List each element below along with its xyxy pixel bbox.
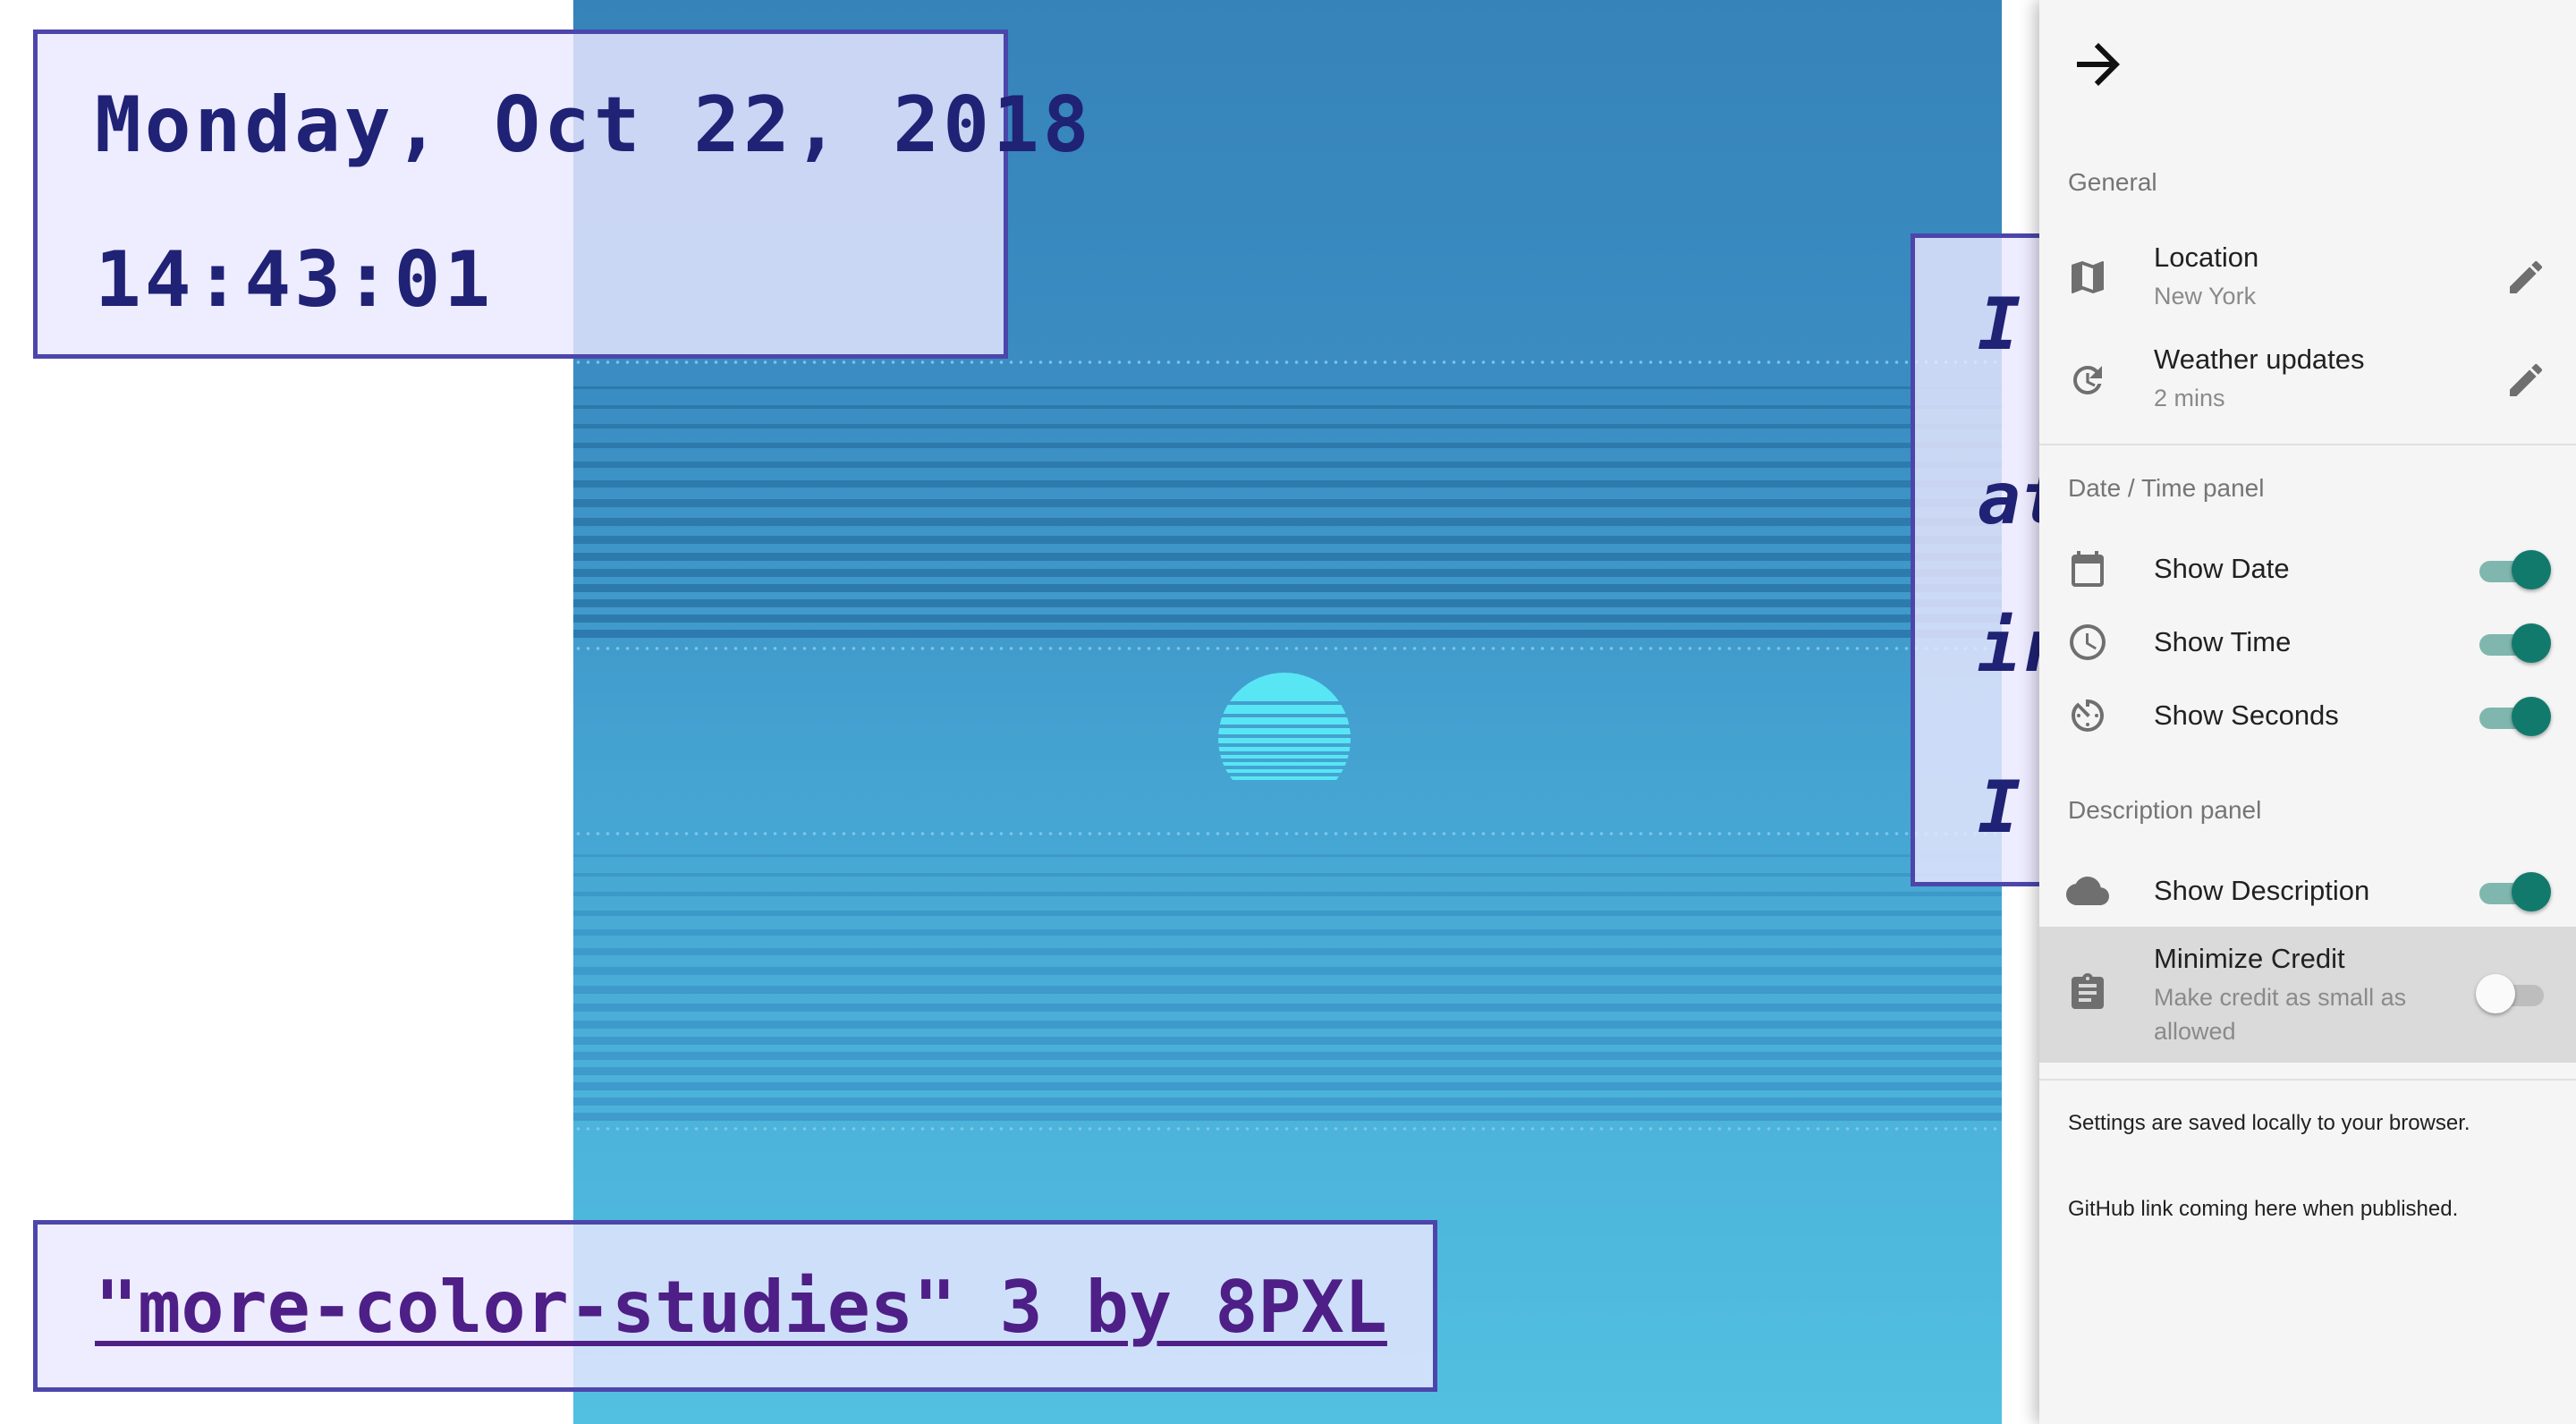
- show-description-toggle[interactable]: [2476, 869, 2551, 912]
- calendar-icon: [2072, 551, 2104, 587]
- github-note: GitHub link coming here when published.: [2068, 1197, 2459, 1221]
- horizon-stripe: [573, 986, 2002, 994]
- horizon-stripe: [573, 569, 2002, 577]
- divider: [2039, 444, 2576, 445]
- horizon-stripe: [573, 1082, 2002, 1090]
- weather-updates-value: 2 mins: [2154, 385, 2225, 411]
- dotted-line: [573, 360, 2002, 364]
- horizon-stripe: [573, 1037, 2002, 1045]
- location-value: New York: [2154, 283, 2257, 309]
- horizon-stripe: [573, 518, 2002, 526]
- minimize-credit-description: allowed: [2154, 1018, 2236, 1045]
- minimize-credit-row[interactable]: Minimize Credit Make credit as small as …: [2039, 927, 2576, 1063]
- horizon-stripe: [573, 1021, 2002, 1029]
- refresh-icon: [2072, 365, 2102, 394]
- map-icon: [2072, 261, 2104, 293]
- section-title-datetime: Date / Time panel: [2068, 474, 2265, 502]
- horizon-stripe: [573, 424, 2002, 428]
- arrow-forward-icon[interactable]: [2066, 32, 2131, 97]
- dotted-line: [573, 1127, 2002, 1131]
- horizon-stripe: [573, 553, 2002, 561]
- horizon-stripe: [573, 1098, 2002, 1106]
- description-line: I: [1978, 766, 2021, 849]
- show-date-label: Show Date: [2154, 553, 2290, 584]
- settings-drawer: General Location New York Weather update…: [2039, 0, 2576, 1424]
- horizon-stripe: [573, 929, 2002, 936]
- location-title: Location: [2154, 242, 2259, 273]
- sun-icon: [1218, 673, 1351, 780]
- horizon-stripe: [573, 536, 2002, 544]
- horizon-stripe: [573, 854, 2002, 857]
- credit-link[interactable]: "more-color-studies" 3 by 8PXL: [95, 1266, 1387, 1349]
- show-description-label: Show Description: [2154, 875, 2370, 906]
- cloud-icon: [2066, 877, 2109, 905]
- horizon-stripe: [573, 443, 2002, 448]
- description-line: I: [1978, 283, 2021, 366]
- horizon-stripe: [573, 1113, 2002, 1121]
- edit-location-icon[interactable]: [2504, 256, 2547, 299]
- minimize-credit-description: Make credit as small as: [2154, 984, 2407, 1011]
- show-date-toggle[interactable]: [2476, 547, 2551, 590]
- show-seconds-toggle[interactable]: [2476, 694, 2551, 737]
- dotted-line: [573, 647, 2002, 650]
- show-seconds-label: Show Seconds: [2154, 699, 2339, 731]
- horizon-stripe: [573, 405, 2002, 409]
- horizon-stripe: [573, 599, 2002, 607]
- horizon-stripe: [573, 630, 2002, 638]
- section-title-description: Description panel: [2068, 796, 2262, 824]
- horizon-stripe: [573, 386, 2002, 389]
- horizon-stripe: [573, 462, 2002, 468]
- time-text: 14:43:01: [95, 235, 495, 325]
- show-time-label: Show Time: [2154, 626, 2292, 657]
- horizon-stripe: [573, 615, 2002, 623]
- horizon-stripe: [573, 584, 2002, 592]
- horizon-stripe: [573, 499, 2002, 507]
- minimize-credit-toggle[interactable]: [2476, 971, 2551, 1014]
- show-time-toggle[interactable]: [2476, 621, 2551, 664]
- weather-updates-title: Weather updates: [2154, 343, 2365, 375]
- timer-icon: [2072, 699, 2104, 732]
- dotted-line: [573, 832, 2002, 835]
- clipboard-icon: [2072, 973, 2104, 1009]
- horizon-stripe: [573, 480, 2002, 487]
- horizon-stripe: [573, 1052, 2002, 1060]
- clock-icon: [2070, 624, 2106, 660]
- horizon-stripe: [573, 1067, 2002, 1075]
- divider: [2039, 1079, 2576, 1081]
- section-title-general: General: [2068, 168, 2157, 196]
- horizon-stripe: [573, 967, 2002, 975]
- edit-weather-icon[interactable]: [2504, 359, 2547, 402]
- credit-panel: "more-color-studies" 3 by 8PXL: [33, 1220, 1437, 1392]
- settings-saved-note: Settings are saved locally to your brows…: [2068, 1111, 2470, 1135]
- datetime-panel: Monday, Oct 22, 2018 14:43:01: [33, 30, 1089, 359]
- horizon-stripe: [573, 1004, 2002, 1012]
- horizon-stripe: [573, 873, 2002, 877]
- date-text: Monday, Oct 22, 2018: [95, 81, 1093, 170]
- minimize-credit-label: Minimize Credit: [2154, 943, 2345, 974]
- horizon-stripe: [573, 892, 2002, 896]
- horizon-stripe: [573, 948, 2002, 955]
- horizon-stripe: [573, 911, 2002, 916]
